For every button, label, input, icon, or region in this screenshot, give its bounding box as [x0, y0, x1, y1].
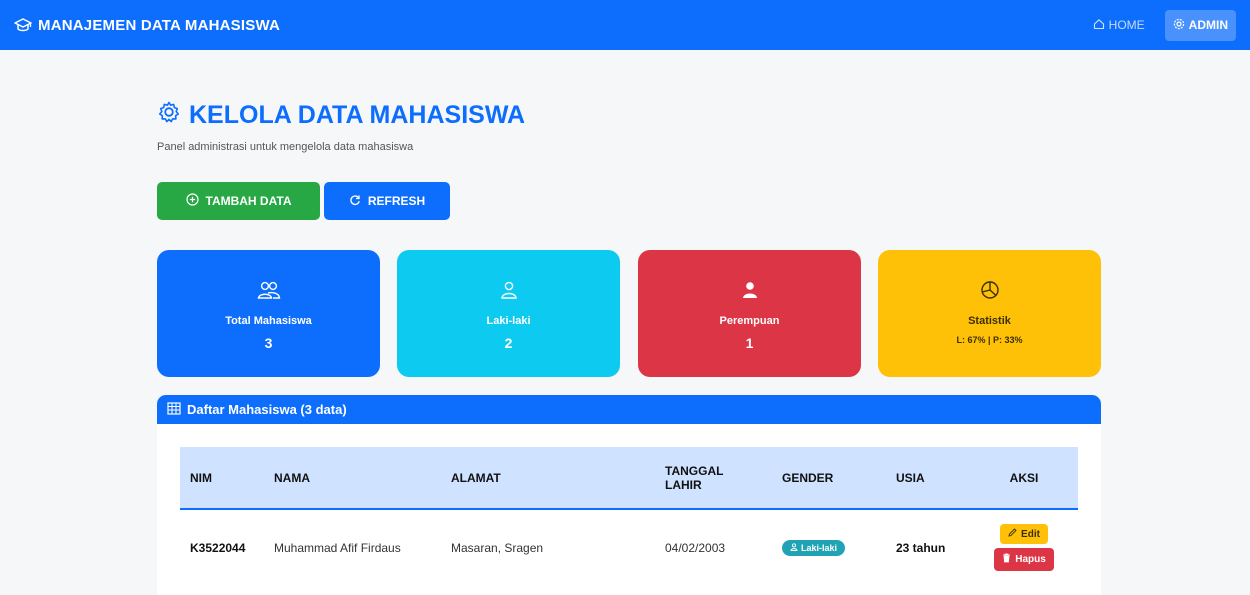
page-subtitle: Panel administrasi untuk mengelola data … — [157, 141, 414, 153]
pencil-icon — [1008, 528, 1017, 540]
cell-usia: 23 tahun — [896, 540, 946, 555]
nav-admin-link[interactable]: ADMIN — [1164, 9, 1236, 41]
nav-home-label: HOME — [1108, 18, 1145, 32]
cell-tanggal-lahir: 04/02/2003 — [665, 540, 726, 555]
navbar-brand[interactable]: MANAJEMEN DATA MAHASISWA — [14, 17, 280, 34]
edit-button[interactable]: Edit — [1000, 524, 1048, 544]
col-tanggal-line2: LAHIR — [665, 477, 702, 492]
nav-home-link[interactable]: HOME — [1093, 18, 1145, 33]
brand-title: MANAJEMEN DATA MAHASISWA — [38, 16, 281, 34]
page-title: KELOLA DATA MAHASISWA — [157, 100, 525, 131]
delete-button[interactable]: Hapus — [994, 548, 1054, 571]
person-icon — [790, 542, 798, 553]
person-fill-icon — [740, 280, 760, 305]
stat-card-statistics: Statistik L: 67% | P: 33% — [878, 250, 1101, 377]
gear-icon — [1173, 18, 1185, 33]
col-gender[interactable]: GENDER — [772, 447, 886, 509]
trash-icon — [1002, 553, 1011, 566]
stat-card-female: Perempuan 1 — [638, 250, 861, 377]
student-table: NIM NAMA ALAMAT TANGGAL LAHIR GENDER USI… — [180, 447, 1078, 585]
stat-female-label: Perempuan — [719, 315, 780, 327]
table-icon — [167, 401, 181, 418]
col-alamat[interactable]: ALAMAT — [441, 447, 655, 509]
cell-alamat: Masaran, Sragen — [451, 540, 544, 555]
refresh-label: REFRESH — [367, 194, 426, 208]
gender-badge-label: Laki-laki — [801, 542, 838, 553]
stat-card-total: Total Mahasiswa 3 — [157, 250, 380, 377]
nav-admin-label: ADMIN — [1188, 18, 1228, 32]
nav-links: HOME ADMIN — [1093, 9, 1236, 41]
edit-label: Edit — [1021, 528, 1040, 540]
stat-statistics-label: Statistik — [968, 315, 1011, 327]
col-usia[interactable]: USIA — [886, 447, 970, 509]
student-list-header: Daftar Mahasiswa (3 data) — [157, 395, 1101, 424]
people-icon — [257, 280, 281, 305]
table-header-row: NIM NAMA ALAMAT TANGGAL LAHIR GENDER USI… — [180, 447, 1078, 509]
cell-nim: K3522044 — [190, 540, 246, 555]
plus-circle-icon — [185, 193, 199, 209]
row-actions: Edit Hapus — [980, 524, 1068, 571]
add-data-label: TAMBAH DATA — [205, 194, 292, 208]
table-row: K3522044 Muhammad Afif Firdaus Masaran, … — [180, 509, 1078, 585]
cell-aksi: Edit Hapus — [970, 509, 1078, 585]
add-data-button[interactable]: TAMBAH DATA — [157, 182, 320, 220]
stat-total-label: Total Mahasiswa — [225, 315, 312, 327]
stat-total-value: 3 — [264, 335, 273, 351]
gender-badge: Laki-laki — [782, 539, 846, 556]
gear-icon — [157, 100, 181, 131]
house-icon — [1093, 18, 1105, 33]
stat-male-label: Laki-laki — [486, 315, 531, 327]
graduation-cap-icon — [14, 17, 32, 33]
delete-label: Hapus — [1015, 554, 1046, 565]
student-list-panel: Daftar Mahasiswa (3 data) NIM NAMA ALAMA… — [157, 395, 1101, 595]
stat-statistics-value: L: 67% | P: 33% — [956, 335, 1023, 345]
stat-female-value: 1 — [745, 335, 754, 351]
stat-card-male: Laki-laki 2 — [397, 250, 620, 377]
col-tanggal-line1: TANGGAL — [665, 463, 724, 478]
col-nim[interactable]: NIM — [180, 447, 264, 509]
col-aksi: AKSI — [1009, 470, 1039, 485]
stat-male-value: 2 — [504, 335, 513, 351]
col-nama[interactable]: NAMA — [264, 447, 441, 509]
cell-nama: Muhammad Afif Firdaus — [274, 540, 401, 555]
student-list-title: Daftar Mahasiswa (3 data) — [187, 402, 347, 417]
col-tanggal-lahir[interactable]: TANGGAL LAHIR — [655, 447, 772, 509]
person-icon — [499, 280, 519, 305]
cell-gender: Laki-laki — [772, 509, 886, 585]
navbar: MANAJEMEN DATA MAHASISWA HOME ADMIN — [0, 0, 1250, 50]
refresh-button[interactable]: REFRESH — [324, 182, 450, 220]
pie-chart-icon — [980, 280, 1000, 305]
page-title-text: KELOLA DATA MAHASISWA — [189, 101, 526, 129]
refresh-icon — [349, 194, 361, 209]
